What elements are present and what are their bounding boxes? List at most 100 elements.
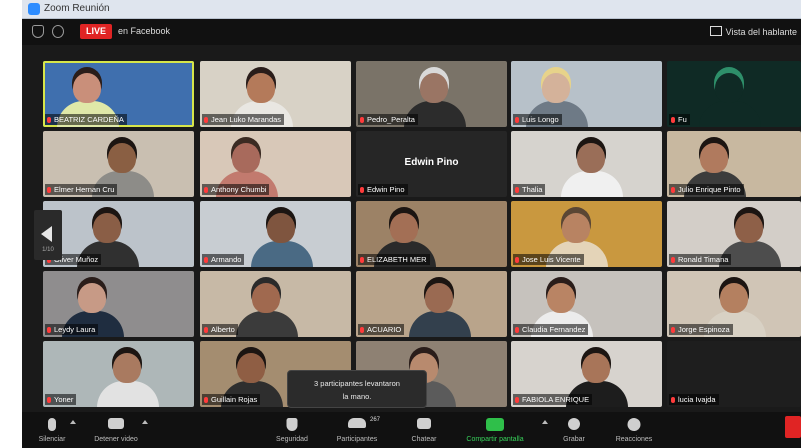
- chevron-up-icon[interactable]: [542, 420, 548, 424]
- participant-face: [542, 73, 570, 103]
- participant-tile[interactable]: Jorge Espinoza: [667, 271, 801, 337]
- participant-face: [577, 143, 605, 173]
- participant-name-label: Ronald Timana: [669, 254, 732, 265]
- participant-name-label: Jorge Espinoza: [669, 324, 733, 335]
- participant-name-label: Pedro_Peralta: [358, 114, 418, 125]
- chat-label: Chatear: [411, 436, 437, 443]
- participant-tile[interactable]: ELIZABETH MER: [356, 201, 507, 267]
- participant-face: [735, 213, 763, 243]
- participant-tile[interactable]: Jean Luko Marandas: [200, 61, 351, 127]
- chat-button[interactable]: Chatear: [402, 412, 446, 448]
- participant-name-label: Armando: [202, 254, 245, 265]
- muted-mic-icon: [515, 117, 519, 123]
- participant-name: FABIOLA ENRIQUE: [522, 395, 590, 404]
- participant-face: [390, 213, 418, 243]
- participant-name-label: Jean Luko Marandas: [202, 114, 285, 125]
- muted-mic-icon: [360, 117, 364, 123]
- participant-tile[interactable]: BEATRIZ CARDEÑA: [43, 61, 194, 127]
- participant-name: Leydy Laura: [54, 325, 96, 334]
- participant-face: [73, 73, 101, 103]
- participant-tile[interactable]: Claudia Fernandez: [511, 271, 662, 337]
- reactions-button[interactable]: Reacciones: [608, 412, 660, 448]
- stop-video-button[interactable]: Detener video: [86, 412, 148, 448]
- zoom-window: Zoom Reunión LIVE en Facebook Vista del …: [22, 0, 801, 448]
- muted-mic-icon: [671, 187, 675, 193]
- participant-tile[interactable]: FABIOLA ENRIQUE: [511, 341, 662, 407]
- muted-mic-icon: [204, 327, 208, 333]
- participants-button[interactable]: 267 Participantes: [326, 412, 388, 448]
- participant-name-label: Elmer Hernan Cru: [45, 184, 118, 195]
- participant-tile[interactable]: Pedro_Peralta: [356, 61, 507, 127]
- participant-tile[interactable]: Luis Longo: [511, 61, 662, 127]
- mute-button[interactable]: Silenciar: [28, 412, 76, 448]
- participant-tile[interactable]: Anthony Chumbi: [200, 131, 351, 197]
- participant-face: [108, 143, 136, 173]
- participant-face: [232, 143, 260, 173]
- muted-mic-icon: [671, 257, 675, 263]
- record-button[interactable]: Grabar: [552, 412, 596, 448]
- participant-tile[interactable]: Thalia: [511, 131, 662, 197]
- muted-mic-icon: [204, 117, 208, 123]
- muted-mic-icon: [360, 257, 364, 263]
- participant-name-label: Claudia Fernandez: [513, 324, 589, 335]
- participant-name: Thalia: [522, 185, 543, 194]
- participant-video-figure: [251, 241, 313, 267]
- participant-face: [252, 283, 280, 313]
- notice-line-1: 3 participantes levantaron: [314, 379, 400, 388]
- muted-mic-icon: [47, 187, 51, 193]
- participant-name: Julio Enrique Pinto: [678, 185, 741, 194]
- participant-video-figure: [236, 311, 298, 337]
- participant-name: Anthony Chumbi: [211, 185, 267, 194]
- participant-tile[interactable]: Yoner: [43, 341, 194, 407]
- participant-face: [420, 73, 448, 103]
- participant-face: [700, 143, 728, 173]
- participant-tile[interactable]: Jose Luis Vicente: [511, 201, 662, 267]
- participant-name-label: Leydy Laura: [45, 324, 99, 335]
- mute-label: Silenciar: [38, 436, 66, 443]
- end-meeting-button[interactable]: [785, 416, 801, 438]
- chevron-up-icon[interactable]: [142, 420, 148, 424]
- participant-tile[interactable]: Alberto: [200, 271, 351, 337]
- participant-face: [547, 283, 575, 313]
- participant-tile[interactable]: Leydy Laura: [43, 271, 194, 337]
- participant-tile[interactable]: Elmer Hernan Cru: [43, 131, 194, 197]
- participant-face: [715, 73, 743, 103]
- participant-name-label: Yoner: [45, 394, 77, 405]
- participant-tile[interactable]: Ronald Timana: [667, 201, 801, 267]
- muted-mic-icon: [204, 397, 208, 403]
- participant-name-label: ACUARIO: [358, 324, 405, 335]
- chevron-up-icon[interactable]: [70, 420, 76, 424]
- muted-mic-icon: [515, 257, 519, 263]
- participant-video-figure: [409, 311, 471, 337]
- participant-face: [720, 283, 748, 313]
- participant-tile[interactable]: ACUARIO: [356, 271, 507, 337]
- shield-icon: [286, 418, 298, 431]
- participant-tile[interactable]: Fu: [667, 61, 801, 127]
- participant-tile[interactable]: Julio Enrique Pinto: [667, 131, 801, 197]
- participant-tile[interactable]: Armando: [200, 201, 351, 267]
- participant-name-label: Anthony Chumbi: [202, 184, 270, 195]
- participant-name-label: BEATRIZ CARDEÑA: [45, 114, 127, 125]
- participant-tile[interactable]: Edwin Pino Edwin Pino: [356, 131, 507, 197]
- prev-page-button[interactable]: 1/10: [34, 210, 62, 260]
- participant-name: Armando: [211, 255, 242, 264]
- reactions-label: Reacciones: [615, 436, 653, 443]
- participant-name: Guillain Rojas: [211, 395, 258, 404]
- participant-tile[interactable]: lucia Ivajda: [667, 341, 801, 407]
- participant-name-label: Luis Longo: [513, 114, 562, 125]
- people-icon: [348, 418, 366, 428]
- participant-tile[interactable]: Oliver Muñoz: [43, 201, 194, 267]
- participant-name: Jose Luis Vicente: [522, 255, 581, 264]
- muted-mic-icon: [671, 327, 675, 333]
- muted-mic-icon: [360, 187, 364, 193]
- security-button[interactable]: Seguridad: [268, 412, 316, 448]
- participant-face: [113, 353, 141, 383]
- chevron-left-icon: [41, 226, 52, 242]
- participant-name: Jean Luko Marandas: [211, 115, 282, 124]
- participant-face: [562, 213, 590, 243]
- emoji-smile-icon: [627, 418, 641, 431]
- share-screen-button[interactable]: Compartir pantalla: [456, 412, 548, 448]
- raise-hand-notice: 3 participantes levantaron la mano.: [287, 370, 427, 408]
- participant-name-center: Edwin Pino: [404, 157, 459, 168]
- participant-name-label: FABIOLA ENRIQUE: [513, 394, 593, 405]
